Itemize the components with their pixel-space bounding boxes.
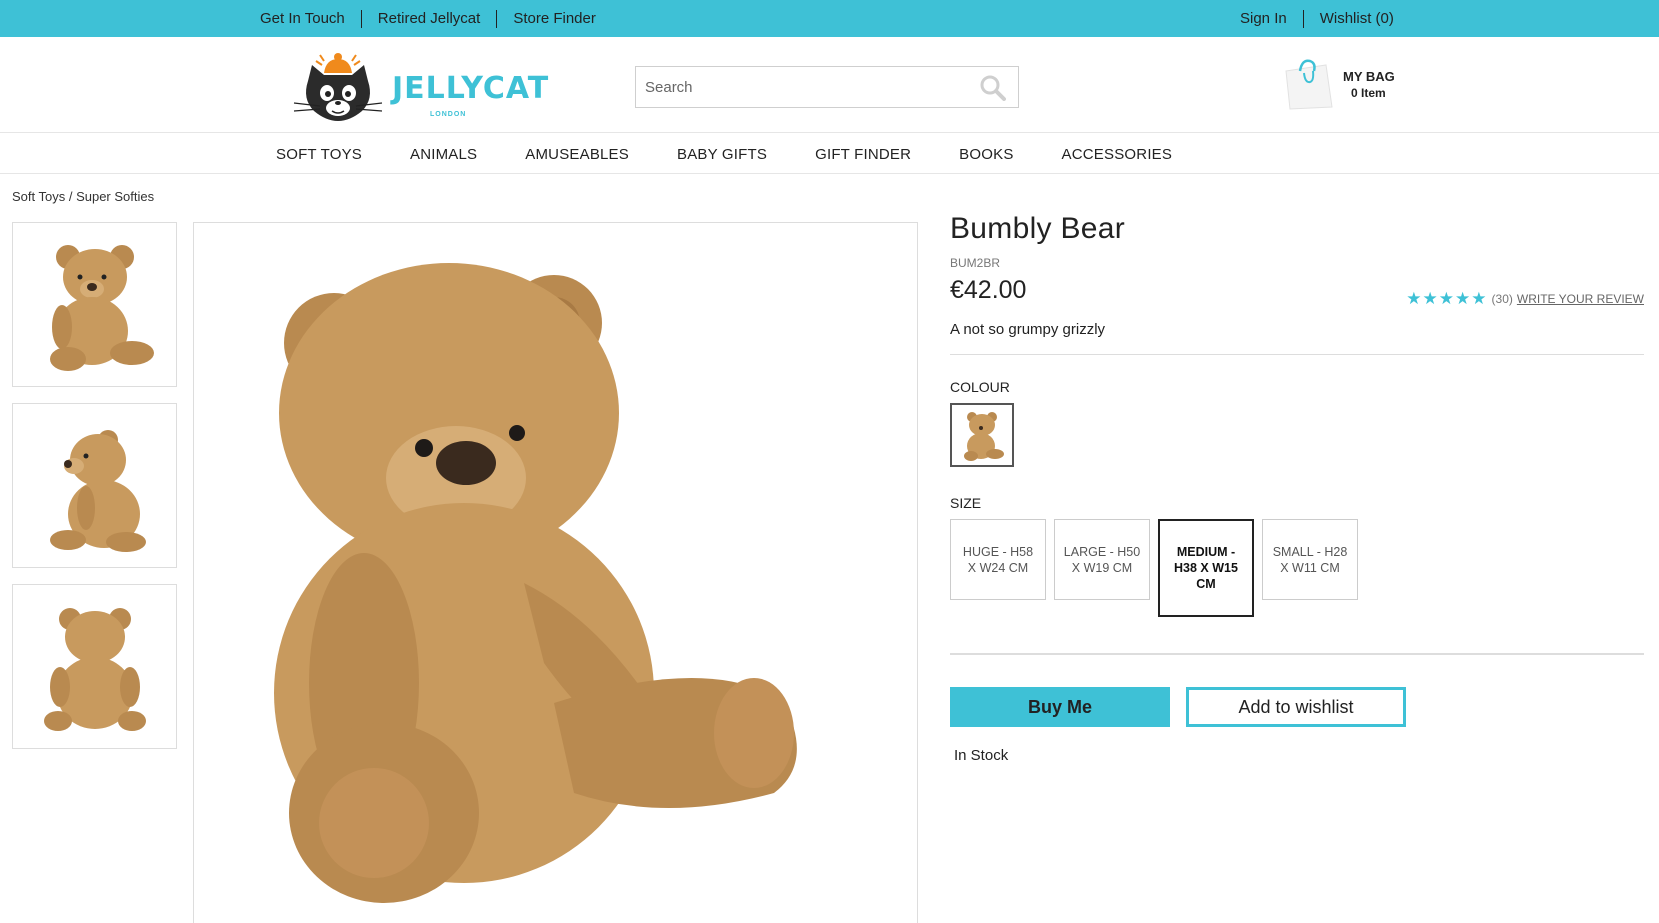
size-option-medium[interactable]: MEDIUM - H38 X W15 CM — [1158, 519, 1254, 617]
top-utility-bar: Get In Touch Retired Jellycat Store Find… — [0, 0, 1659, 37]
bear-front-image — [49, 244, 154, 371]
product-description: A not so grumpy grizzly — [950, 321, 1644, 355]
wishlist-link[interactable]: Wishlist (0) — [1304, 10, 1410, 28]
product-thumbnail[interactable] — [12, 584, 177, 749]
product-info: Bumbly Bear BUM2BR €42.00 ★ ★ ★ ★ ★ (30)… — [950, 212, 1644, 764]
nav-item-baby-gifts[interactable]: BABY GIFTS — [677, 146, 767, 163]
nav-item-accessories[interactable]: ACCESSORIES — [1062, 146, 1173, 163]
nav-item-amuseables[interactable]: AMUSEABLES — [525, 146, 629, 163]
bear-side-image — [49, 429, 146, 552]
review-count: (30) — [1491, 291, 1513, 306]
top-links-left: Get In Touch Retired Jellycat Store Find… — [260, 0, 612, 37]
nav-item-soft-toys[interactable]: SOFT TOYS — [276, 146, 362, 163]
sign-in-link[interactable]: Sign In — [1240, 9, 1304, 28]
product-sku: BUM2BR — [950, 256, 1001, 270]
top-links-right: Sign In Wishlist (0) — [1240, 0, 1410, 37]
retired-jellycat-link[interactable]: Retired Jellycat — [362, 9, 498, 28]
search-icon[interactable] — [980, 75, 1006, 101]
size-options: HUGE - H58 X W24 CM LARGE - H50 X W19 CM… — [950, 519, 1644, 617]
bear-back-image — [43, 607, 146, 731]
product-rating: ★ ★ ★ ★ ★ (30) WRITE YOUR REVIEW — [1406, 290, 1644, 307]
nav-item-books[interactable]: BOOKS — [959, 146, 1013, 163]
logo-wordmark: JELLYCAT — [392, 71, 550, 106]
main-product-image[interactable] — [193, 222, 918, 923]
colour-label: COLOUR — [950, 379, 1010, 395]
product-thumbnail[interactable] — [12, 403, 177, 568]
shopping-bag-icon — [1285, 59, 1333, 110]
jellycat-logo[interactable]: JELLYCAT LONDON — [290, 51, 548, 123]
nav-item-animals[interactable]: ANIMALS — [410, 146, 477, 163]
bumbly-bear-image — [274, 263, 797, 903]
star-icon: ★ — [1471, 289, 1487, 308]
stock-status: In Stock — [954, 747, 1009, 764]
size-option-huge[interactable]: HUGE - H58 X W24 CM — [950, 519, 1046, 600]
colour-swatch[interactable] — [950, 403, 1014, 467]
divider — [950, 653, 1644, 655]
bag-item-count: 0 Item — [1351, 86, 1386, 100]
size-option-large[interactable]: LARGE - H50 X W19 CM — [1054, 519, 1150, 600]
star-icon: ★ — [1422, 289, 1438, 308]
star-icon: ★ — [1438, 289, 1455, 308]
size-option-small[interactable]: SMALL - H28 X W11 CM — [1262, 519, 1358, 600]
get-in-touch-link[interactable]: Get In Touch — [260, 9, 362, 28]
size-label: SIZE — [950, 495, 982, 511]
rating-stars: ★ ★ ★ ★ ★ — [1406, 290, 1487, 307]
nav-item-gift-finder[interactable]: GIFT FINDER — [815, 146, 911, 163]
search-box — [635, 66, 1019, 108]
site-header: JELLYCAT LONDON MY BAG 0 Item — [0, 37, 1659, 133]
my-bag[interactable]: MY BAG 0 Item — [1280, 57, 1400, 115]
logo-subtitle: LONDON — [430, 111, 467, 118]
search-input[interactable] — [636, 67, 956, 107]
star-icon: ★ — [1455, 289, 1471, 308]
product-actions: Buy Me Add to wishlist — [950, 687, 1644, 727]
add-to-wishlist-button[interactable]: Add to wishlist — [1186, 687, 1406, 727]
store-finder-link[interactable]: Store Finder — [497, 10, 612, 28]
cat-logo-icon — [293, 53, 383, 121]
product-title: Bumbly Bear — [950, 212, 1126, 245]
bag-title: MY BAG — [1343, 69, 1395, 84]
star-icon: ★ — [1406, 289, 1422, 308]
main-nav: SOFT TOYS ANIMALS AMUSEABLES BABY GIFTS … — [0, 134, 1659, 174]
product-thumbnail[interactable] — [12, 222, 177, 387]
buy-me-button[interactable]: Buy Me — [950, 687, 1170, 727]
bear-swatch-image — [964, 412, 1004, 461]
write-review-link[interactable]: WRITE YOUR REVIEW — [1517, 292, 1644, 306]
breadcrumb[interactable]: Soft Toys / Super Softies — [12, 189, 154, 204]
